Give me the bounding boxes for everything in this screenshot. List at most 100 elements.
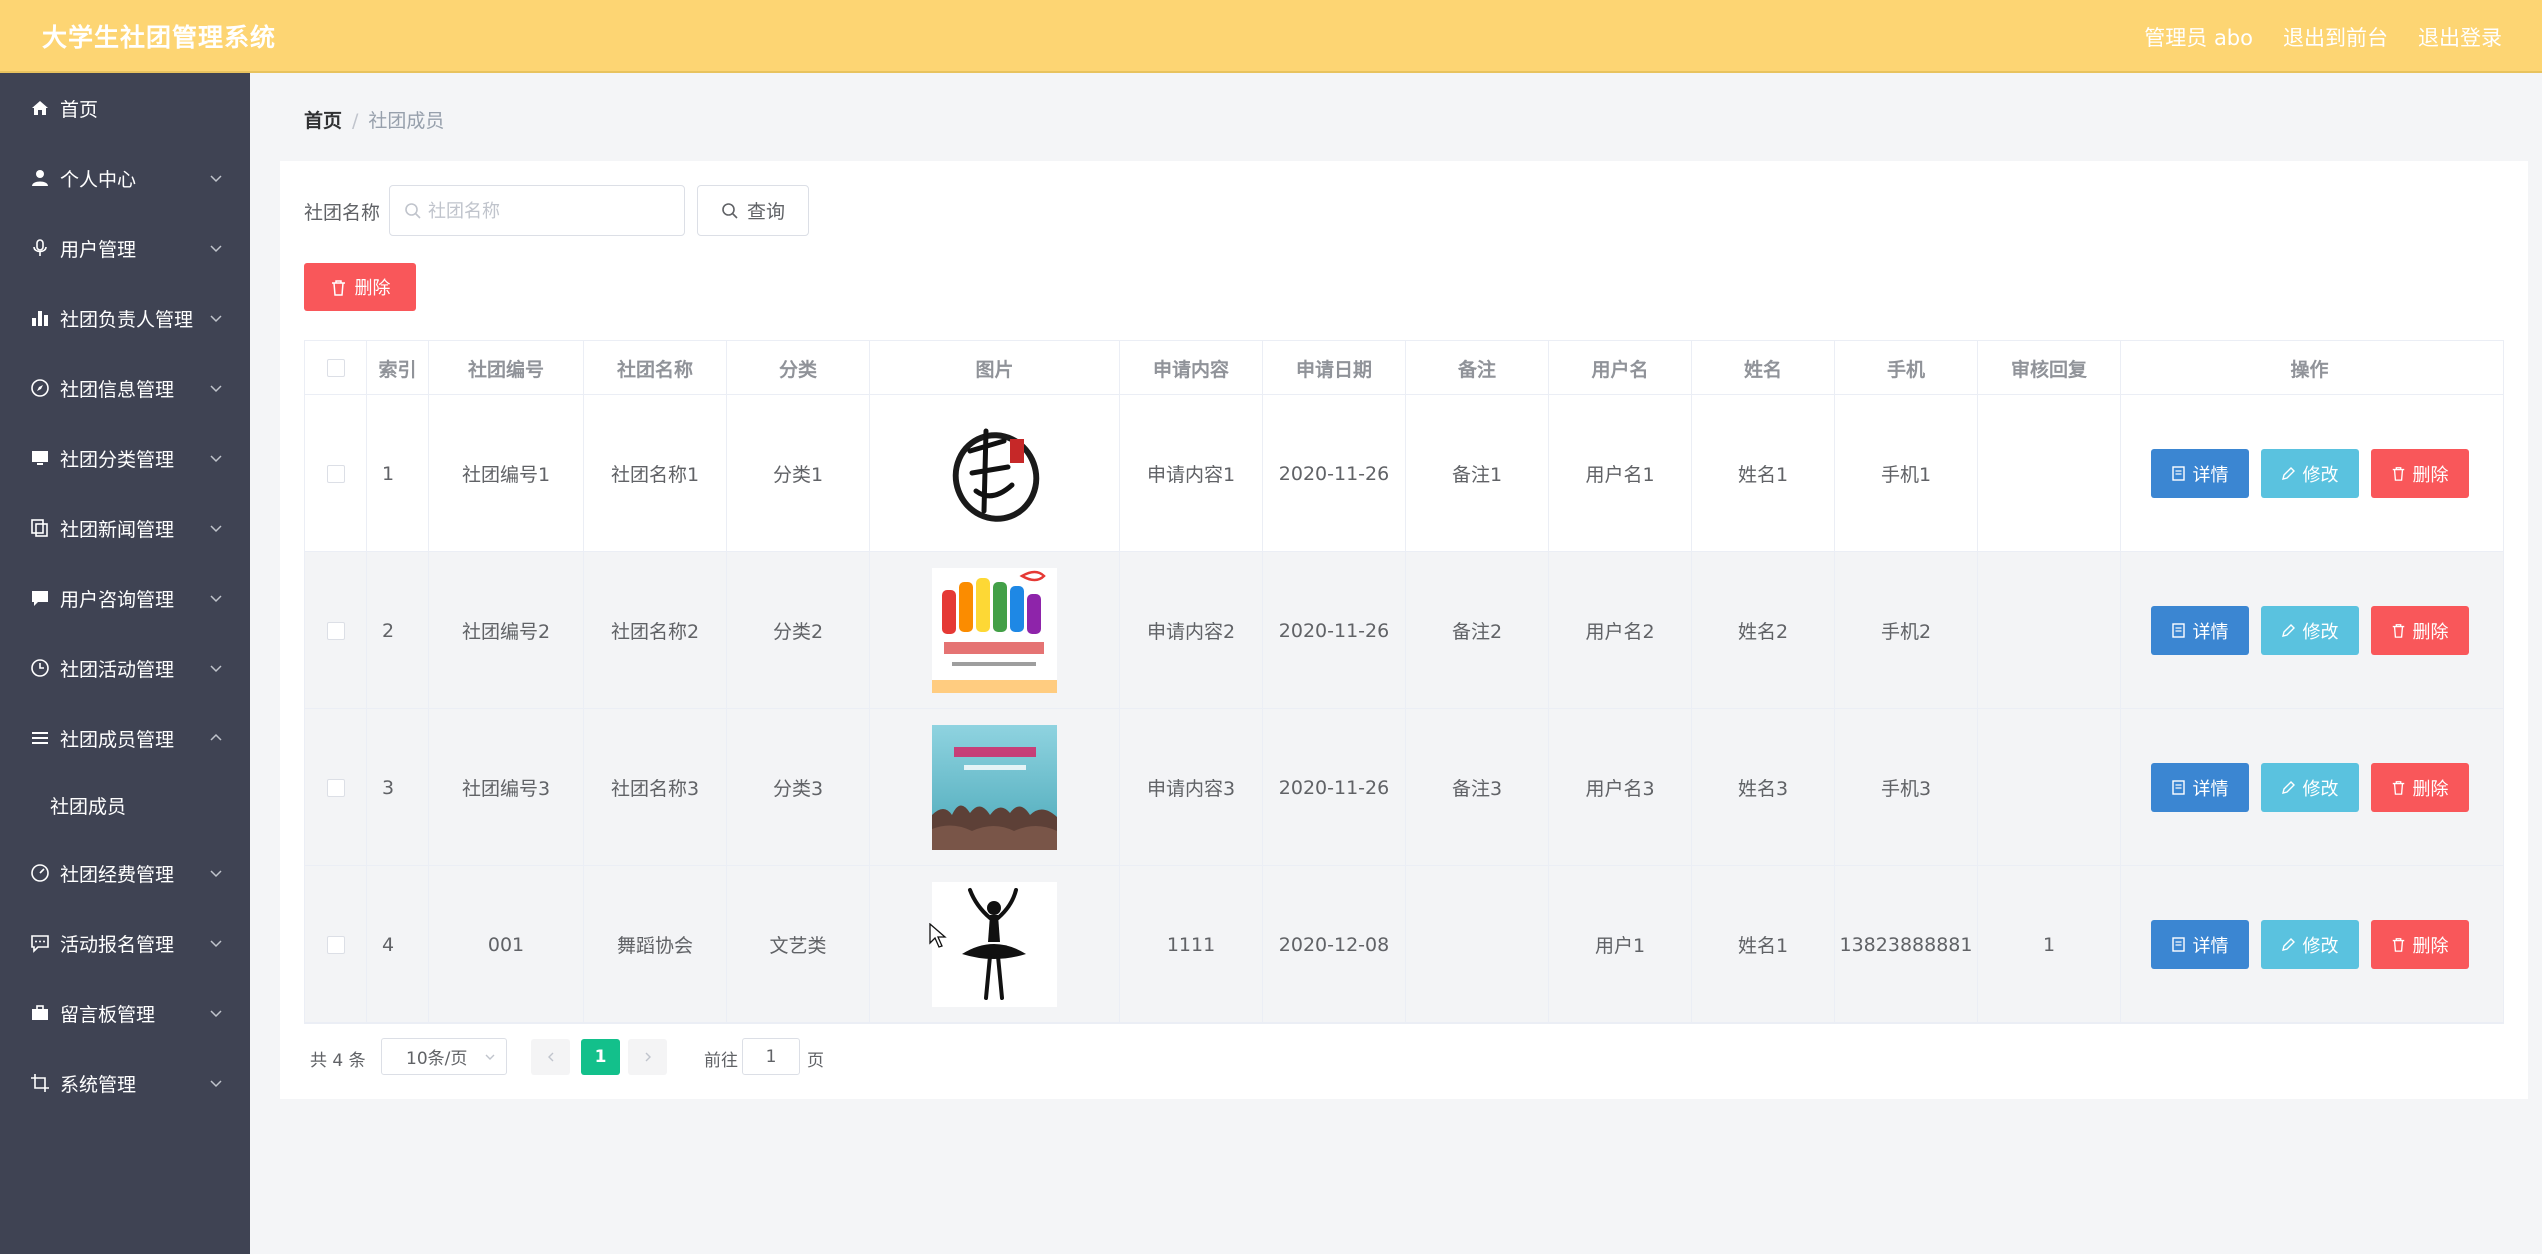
trash-icon — [2392, 624, 2404, 638]
admin-label[interactable]: 管理员 abo — [2144, 22, 2253, 52]
prev-page-button[interactable] — [531, 1039, 570, 1075]
column-header: 社团编号 — [429, 341, 584, 395]
reply-cell — [1978, 709, 2121, 866]
sidebar-subitem-members[interactable]: 社团成员 — [0, 772, 250, 838]
username-cell: 用户名2 — [1549, 552, 1692, 709]
sidebar-item-label: 社团成员管理 — [60, 728, 175, 751]
search-input[interactable] — [428, 196, 678, 226]
goto-page-input[interactable] — [742, 1038, 800, 1075]
realname-cell: 姓名1 — [1692, 866, 1835, 1023]
column-header: 用户名 — [1549, 341, 1692, 395]
delete-button[interactable]: 删除 — [2370, 449, 2469, 498]
chevron-right-icon — [645, 1052, 651, 1062]
page-size-value: 10条/页 — [406, 1049, 468, 1069]
content-cell: 申请内容3 — [1120, 709, 1263, 866]
edit-button[interactable]: 修改 — [2260, 449, 2359, 498]
actions-cell: 详情 修改 删除 — [2121, 395, 2498, 552]
detail-button[interactable]: 详情 — [2150, 606, 2249, 655]
content-cell: 1111 — [1120, 866, 1263, 1023]
delete-label: 删除 — [2412, 464, 2449, 486]
sidebar-item-leader-management[interactable]: 社团负责人管理 — [0, 285, 250, 351]
edit-button[interactable]: 修改 — [2260, 763, 2359, 812]
column-header: 社团名称 — [584, 341, 727, 395]
index-cell: 1 — [367, 395, 429, 552]
row-select-cell — [305, 709, 367, 866]
table-row: 1 社团编号1 社团名称1 分类1 申请内容1 2020-11-26 备注1 用… — [305, 395, 2503, 552]
sidebar-item-home[interactable]: 首页 — [0, 75, 250, 141]
chevron-down-icon — [210, 870, 222, 878]
note-cell — [1406, 866, 1549, 1023]
edit-label: 修改 — [2302, 464, 2339, 486]
row-select-cell — [305, 552, 367, 709]
batch-delete-label: 删除 — [354, 278, 391, 299]
logout-link[interactable]: 退出登录 — [2418, 22, 2502, 52]
detail-label: 详情 — [2192, 621, 2229, 643]
chevron-down-icon — [210, 595, 222, 603]
copy-icon — [30, 518, 50, 538]
chevron-down-icon — [210, 940, 222, 948]
members-table: 索引 社团编号 社团名称 分类 图片 申请内容 申请日期 备注 用户名 姓名 手… — [304, 340, 2504, 1024]
actions-cell: 详情 修改 删除 — [2121, 552, 2498, 709]
row-checkbox[interactable] — [326, 464, 345, 483]
sidebar-item-label: 首页 — [60, 98, 99, 121]
chevron-down-icon — [210, 1080, 222, 1088]
sidebar-item-user-management[interactable]: 用户管理 — [0, 215, 250, 281]
query-button[interactable]: 查询 — [697, 185, 809, 236]
chevron-down-icon — [210, 525, 222, 533]
bar-chart-icon — [30, 308, 50, 328]
detail-button[interactable]: 详情 — [2150, 920, 2249, 969]
sidebar-item-label: 社团信息管理 — [60, 378, 175, 401]
sidebar-item-funding[interactable]: 社团经费管理 — [0, 840, 250, 906]
chat-icon — [30, 588, 50, 608]
sidebar-item-category[interactable]: 社团分类管理 — [0, 425, 250, 491]
select-all-checkbox[interactable] — [326, 359, 345, 377]
row-checkbox[interactable] — [326, 621, 345, 640]
edit-label: 修改 — [2302, 778, 2339, 800]
sidebar-item-news[interactable]: 社团新闻管理 — [0, 495, 250, 561]
batch-delete-button[interactable]: 删除 — [304, 263, 416, 311]
search-field[interactable] — [389, 185, 685, 236]
sidebar-item-messages[interactable]: 留言板管理 — [0, 980, 250, 1046]
breadcrumb: 首页 / 社团成员 — [304, 106, 444, 133]
chevron-down-icon — [210, 245, 222, 253]
detail-button[interactable]: 详情 — [2150, 763, 2249, 812]
sidebar-item-club-info[interactable]: 社团信息管理 — [0, 355, 250, 421]
breadcrumb-home[interactable]: 首页 — [304, 110, 342, 132]
sidebar-item-signup[interactable]: 活动报名管理 — [0, 910, 250, 976]
edit-button[interactable]: 修改 — [2260, 606, 2359, 655]
sidebar-item-personal-center[interactable]: 个人中心 — [0, 145, 250, 211]
row-checkbox[interactable] — [326, 778, 345, 797]
breadcrumb-separator: / — [352, 110, 359, 132]
exit-to-front-link[interactable]: 退出到前台 — [2283, 22, 2388, 52]
note-cell: 备注3 — [1406, 709, 1549, 866]
sidebar-item-consult[interactable]: 用户咨询管理 — [0, 565, 250, 631]
ballerina-image — [932, 882, 1057, 1007]
document-icon — [2171, 466, 2185, 481]
detail-button[interactable]: 详情 — [2150, 449, 2249, 498]
next-page-button[interactable] — [628, 1039, 667, 1075]
image-cell — [870, 552, 1120, 709]
name-cell: 舞蹈协会 — [584, 866, 727, 1023]
sidebar-item-system[interactable]: 系统管理 — [0, 1050, 250, 1116]
sidebar-item-activity[interactable]: 社团活动管理 — [0, 635, 250, 701]
index-cell: 3 — [367, 709, 429, 866]
column-header: 分类 — [727, 341, 870, 395]
realname-cell: 姓名2 — [1692, 552, 1835, 709]
column-header: 图片 — [870, 341, 1120, 395]
row-checkbox[interactable] — [326, 935, 345, 954]
delete-button[interactable]: 删除 — [2370, 920, 2469, 969]
sidebar-item-label: 活动报名管理 — [60, 933, 175, 956]
search-icon — [405, 203, 421, 219]
category-cell: 分类2 — [727, 552, 870, 709]
edit-button[interactable]: 修改 — [2260, 920, 2359, 969]
sidebar-item-members[interactable]: 社团成员管理 — [0, 705, 250, 771]
date-cell: 2020-11-26 — [1263, 395, 1406, 552]
detail-label: 详情 — [2192, 935, 2229, 957]
delete-button[interactable]: 删除 — [2370, 763, 2469, 812]
page-size-select[interactable]: 10条/页 — [381, 1038, 507, 1075]
clock-icon — [30, 658, 50, 678]
page-number-current[interactable]: 1 — [581, 1039, 620, 1075]
phone-cell: 手机3 — [1835, 709, 1978, 866]
delete-button[interactable]: 删除 — [2370, 606, 2469, 655]
hands-poster-image — [932, 568, 1057, 693]
